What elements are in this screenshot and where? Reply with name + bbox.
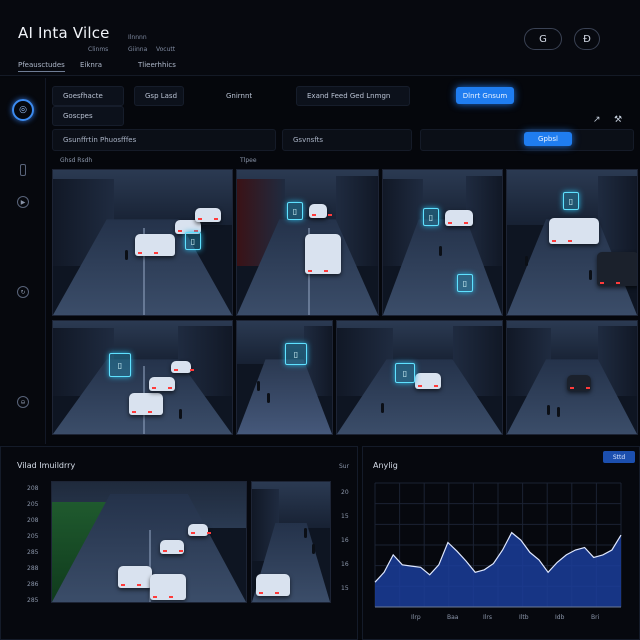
camera-feed[interactable]: ▯ ▯	[382, 169, 503, 316]
detection-tag-icon[interactable]: ▯	[563, 192, 579, 210]
tab-analytics[interactable]: Tlieerhhics	[138, 61, 176, 69]
camera-feed[interactable]: ▯	[506, 169, 638, 316]
header-label: Ilnnnn	[128, 34, 147, 41]
map-chip[interactable]: Gsp Lasd	[134, 86, 184, 106]
app-header: AI Inta Vilce Ilnnnn Giinna Vocutt Clinm…	[0, 0, 640, 76]
camera-feed[interactable]: ▯	[336, 320, 503, 435]
search-row[interactable]: Gsunffrtin Phuosfffes	[52, 129, 276, 151]
detection-tag-icon[interactable]: ▯	[395, 363, 415, 383]
settings-button[interactable]: Đ	[574, 28, 600, 50]
logo-icon[interactable]: ◎	[12, 99, 34, 121]
grid-label: Ghsd Rsdh	[60, 157, 93, 164]
tab-scopes[interactable]: Goscpes	[52, 106, 124, 126]
detection-tag-icon[interactable]: ▯	[423, 208, 439, 226]
pencil-icon[interactable]: ↗	[593, 115, 601, 125]
tab-events[interactable]: Eiknra	[80, 61, 102, 69]
header-label: Vocutt	[156, 46, 176, 53]
settings-icon[interactable]: ⊖	[17, 396, 29, 408]
x-tick-label: Iltb	[519, 614, 529, 621]
camera-feed[interactable]	[506, 320, 638, 435]
x-tick-label: Bri	[591, 614, 600, 621]
axis-tick-label: 15	[341, 513, 349, 520]
chart-badge[interactable]: Sttd	[603, 451, 635, 463]
user-icon: G	[539, 33, 547, 45]
tab-overview-panel[interactable]: Goesfhacte	[52, 86, 124, 106]
axis-tick-label: 205	[27, 501, 39, 508]
detection-tag-icon[interactable]: ▯	[109, 353, 131, 377]
axis-tick-label: 16	[341, 561, 349, 568]
filter-row[interactable]: Gsvnsfts	[282, 129, 412, 151]
chart-title: Anylig	[373, 461, 398, 470]
primary-action-button[interactable]: Dlnrt Gnsum	[456, 87, 514, 104]
detection-tag-icon[interactable]: ▯	[185, 232, 201, 250]
filter-chip[interactable]: Gnirnnt	[216, 86, 276, 106]
camera-feed[interactable]: ▯	[52, 320, 233, 435]
axis-tick-label: 286	[27, 581, 39, 588]
x-tick-label: Ilrp	[411, 614, 421, 621]
play-icon[interactable]: ▶	[17, 196, 29, 208]
apply-button[interactable]: Gpbsl	[524, 132, 572, 146]
detection-tag-icon[interactable]: ▯	[457, 274, 473, 292]
axis-tick-label: 288	[27, 565, 39, 572]
settings-icon: Đ	[583, 33, 591, 45]
header-label: Clinms	[88, 46, 109, 53]
video-inventory-panel: Vilad Imuildrry Sur 208 205 208 205 285 288 28…	[0, 446, 358, 640]
axis-tick-label: 205	[27, 533, 39, 540]
x-tick-label: Ilrs	[483, 614, 492, 621]
axis-tick-label: 208	[27, 517, 39, 524]
camera-feed[interactable]	[51, 481, 247, 603]
stream-icon[interactable]	[20, 164, 26, 176]
axis-tick-label: 285	[27, 597, 39, 604]
app-title: AI Inta Vilce	[18, 24, 110, 42]
analytics-panel: Anylig Sttd Ilrp Baa Ilrs Iltb Idb Bri	[362, 446, 640, 640]
detection-tag-icon[interactable]: ▯	[285, 343, 307, 365]
header-label: Giinna	[128, 46, 148, 53]
camera-feed[interactable]: ▯	[52, 169, 233, 316]
panel-title: Vilad Imuildrry	[17, 461, 76, 470]
axis-tick-label: 208	[27, 485, 39, 492]
axis-tick-label: 20	[341, 489, 349, 496]
user-button[interactable]: G	[524, 28, 562, 50]
x-tick-label: Baa	[447, 614, 459, 621]
axis-tick-label: 285	[27, 549, 39, 556]
area-chart: Ilrp Baa Ilrs Iltb Idb Bri	[374, 482, 622, 621]
x-tick-label: Idb	[555, 614, 565, 621]
tab-overview[interactable]: Pfeausctudes	[18, 61, 65, 72]
axis-tick-label: 16	[341, 537, 349, 544]
grid-label: Tlpee	[240, 157, 257, 164]
camera-feed[interactable]: ▯	[236, 320, 333, 435]
camera-feed[interactable]: ▯	[236, 169, 379, 316]
feed-selector[interactable]: Exand Feed Ged Lnmgn	[296, 86, 410, 106]
history-icon[interactable]: ↻	[17, 286, 29, 298]
camera-feed[interactable]	[251, 481, 331, 603]
tools-icon[interactable]: ⚒	[614, 115, 622, 125]
left-rail: ◎ ▶ ↻ ⊖	[0, 78, 46, 444]
detection-tag-icon[interactable]: ▯	[287, 202, 303, 220]
panel-side-label: Sur	[339, 463, 350, 470]
axis-tick-label: 15	[341, 585, 349, 592]
